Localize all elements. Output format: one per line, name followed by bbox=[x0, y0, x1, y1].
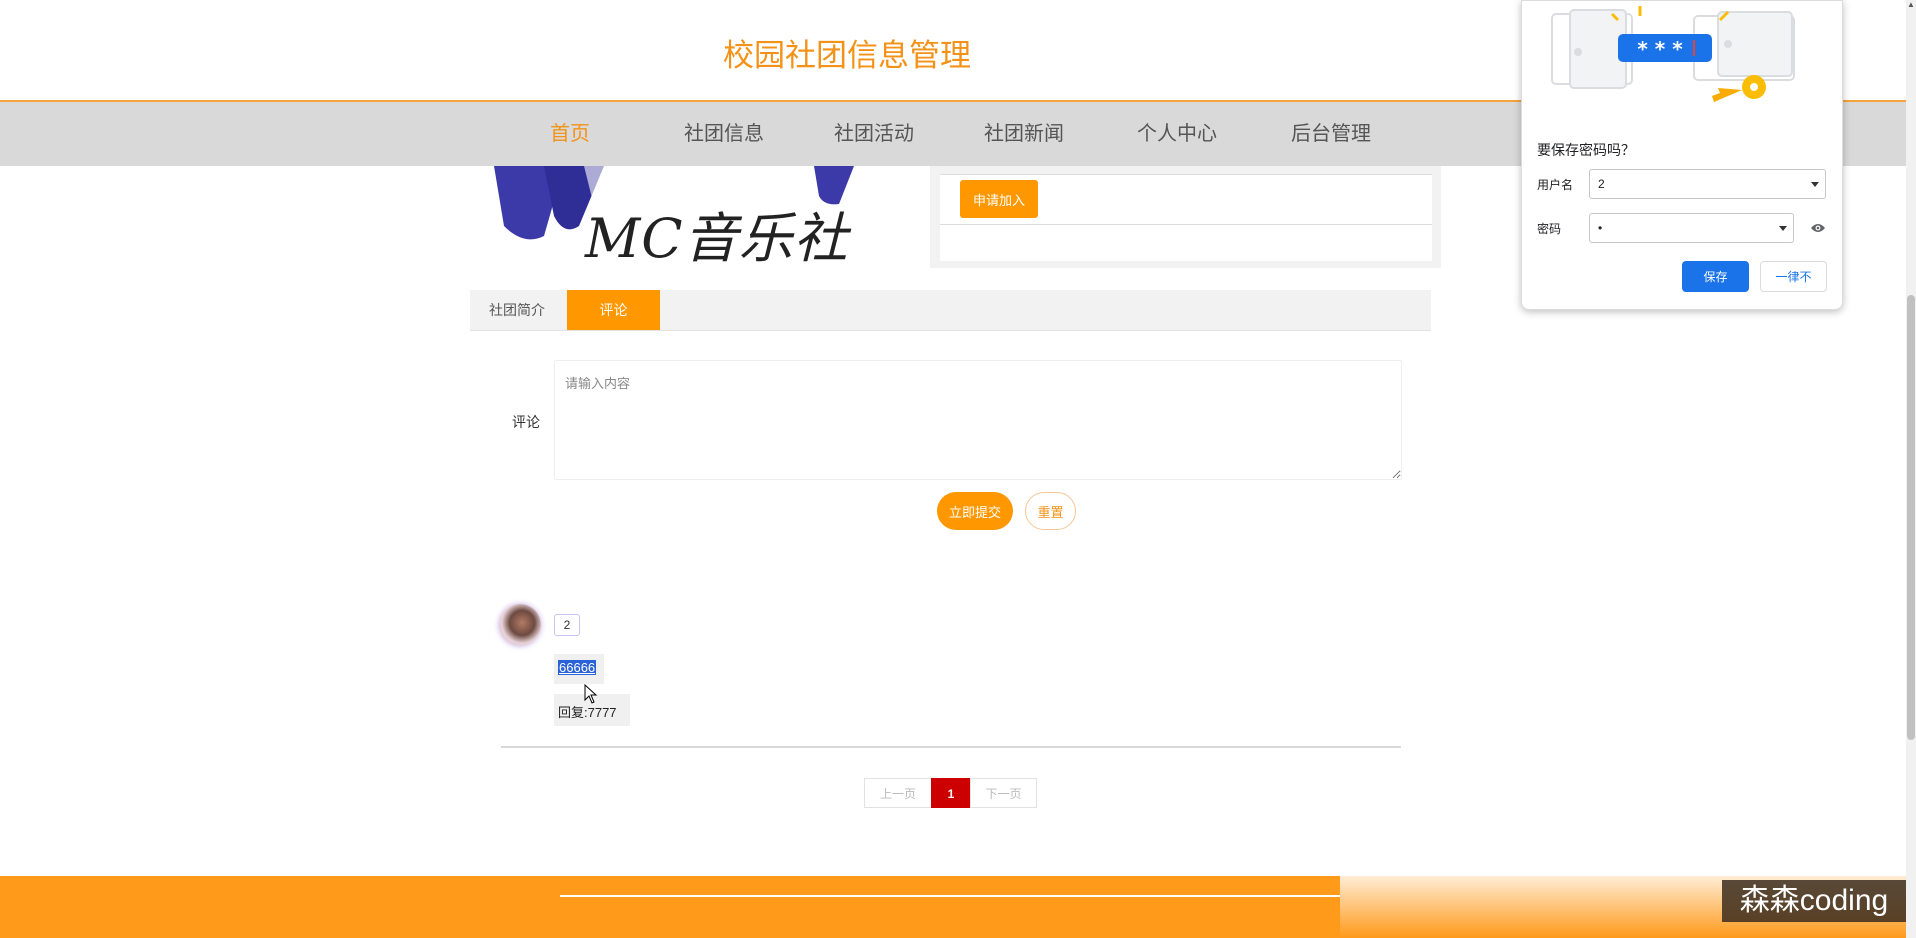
site-title: 校园社团信息管理 bbox=[723, 38, 971, 73]
comment-field-label: 评论 bbox=[512, 414, 540, 430]
club-logo-text: MC音乐社 bbox=[585, 207, 849, 270]
password-illustration-icon: * * * bbox=[1551, 6, 1795, 102]
save-password-title: 要保存密码吗？ bbox=[1537, 142, 1635, 158]
chevron-down-icon bbox=[1779, 226, 1787, 231]
never-save-button[interactable]: 一律不 bbox=[1760, 261, 1827, 292]
scrollbar-thumb[interactable] bbox=[1907, 295, 1915, 740]
nav-item-club-activities[interactable]: 社团活动 bbox=[804, 102, 944, 166]
username-label: 用户名 bbox=[1537, 178, 1574, 192]
comment-input[interactable] bbox=[554, 360, 1402, 480]
reply-text: 回复:7777 bbox=[558, 705, 617, 720]
username-select[interactable]: 2 bbox=[1589, 169, 1826, 199]
password-mask-text: * * * bbox=[1637, 37, 1683, 61]
page-number-button[interactable]: 1 bbox=[931, 778, 971, 808]
password-value: • bbox=[1598, 221, 1603, 235]
avatar bbox=[499, 604, 541, 646]
scroll-up-arrow-icon[interactable]: ▲ bbox=[1906, 0, 1916, 12]
mouse-cursor-icon bbox=[584, 684, 598, 704]
save-password-button[interactable]: 保存 bbox=[1682, 261, 1749, 292]
chevron-down-icon bbox=[1811, 182, 1819, 187]
footer-divider bbox=[560, 895, 1340, 897]
eye-icon[interactable] bbox=[1810, 222, 1826, 234]
password-select[interactable]: • bbox=[1589, 213, 1794, 243]
submit-button[interactable]: 立即提交 bbox=[937, 492, 1013, 530]
reset-button[interactable]: 重置 bbox=[1025, 492, 1076, 530]
watermark: 森森coding bbox=[1722, 880, 1906, 922]
nav-item-club-news[interactable]: 社团新闻 bbox=[954, 102, 1094, 166]
nav-item-personal-center[interactable]: 个人中心 bbox=[1107, 102, 1247, 166]
prev-page-button[interactable]: 上一页 bbox=[864, 778, 932, 808]
divider bbox=[940, 224, 1432, 225]
tab-club-intro[interactable]: 社团简介 bbox=[470, 290, 564, 330]
apply-join-button[interactable]: 申请加入 bbox=[960, 180, 1038, 218]
comment-username: 2 bbox=[554, 614, 580, 636]
next-page-button[interactable]: 下一页 bbox=[970, 778, 1037, 808]
comment-divider bbox=[501, 746, 1401, 748]
comment-text: 66666 bbox=[558, 660, 597, 675]
username-value: 2 bbox=[1598, 177, 1605, 191]
password-label: 密码 bbox=[1537, 222, 1562, 236]
nav-item-home[interactable]: 首页 bbox=[500, 102, 640, 166]
nav-item-admin[interactable]: 后台管理 bbox=[1261, 102, 1401, 166]
nav-item-club-info[interactable]: 社团信息 bbox=[654, 102, 794, 166]
tab-comments[interactable]: 评论 bbox=[567, 290, 660, 330]
